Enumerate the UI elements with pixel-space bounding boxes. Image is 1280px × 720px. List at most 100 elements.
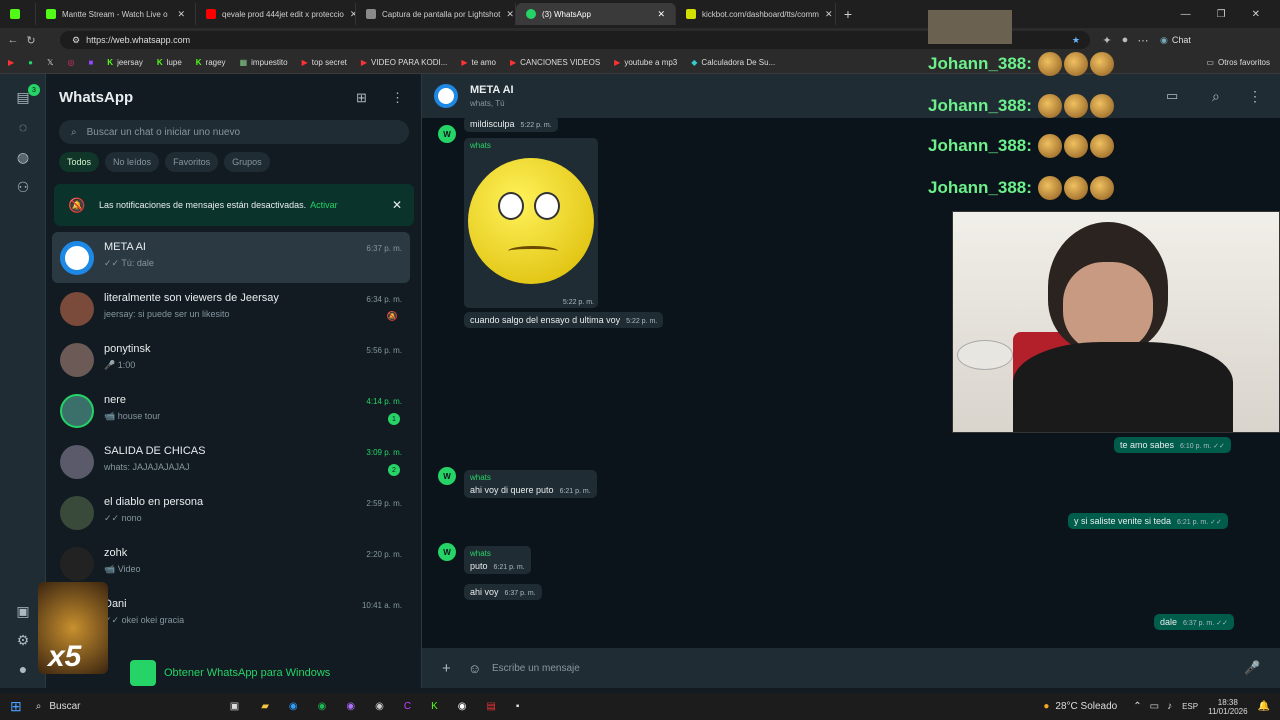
whatsapp-bookmark-icon[interactable]: ●	[28, 58, 33, 67]
browser-tab[interactable]: Mantte Stream - Watch Live o ✕	[36, 3, 196, 25]
filter-groups[interactable]: Grupos	[224, 152, 270, 172]
browser-tab[interactable]: qevale prod 444jet edit x proteccio✕	[196, 3, 356, 25]
instagram-bookmark-icon[interactable]: ◎	[67, 58, 74, 67]
tab-title: kickbot.com/dashboard/tts/comm	[702, 9, 819, 19]
emote-icons	[1037, 176, 1114, 200]
spotify-icon[interactable]: ◉	[318, 701, 327, 712]
restore-icon[interactable]: ❐	[1217, 9, 1226, 20]
steam-icon[interactable]: ◉	[375, 701, 384, 712]
browser-tab[interactable]: Captura de pantalla por Lightshot ✕	[356, 3, 516, 25]
browser-tab[interactable]: kickbot.com/dashboard/tts/comm ✕	[676, 3, 836, 25]
kick-icon: K	[107, 58, 114, 67]
app-c-icon[interactable]: C	[404, 701, 411, 712]
twitch-bookmark-icon[interactable]: ■	[88, 58, 93, 67]
url-text: https://web.whatsapp.com	[86, 35, 191, 45]
kick-taskbar-icon[interactable]: K	[431, 701, 438, 712]
filter-chips: Todos No leídos Favoritos Grupos	[59, 152, 270, 172]
chat-row[interactable]: META AI ✓✓ Tú: dale 6:37 p. m.	[52, 232, 410, 283]
bookmark-item[interactable]: ▶ VIDEO PARA KODI...	[361, 58, 447, 67]
status-nav-icon[interactable]: ◌	[0, 112, 46, 142]
activate-link[interactable]: Activar	[310, 200, 338, 210]
app-red-icon[interactable]: ▤	[486, 701, 495, 712]
copilot-chat-button[interactable]: ◉ Chat	[1160, 35, 1191, 46]
back-icon[interactable]: ←	[4, 34, 22, 46]
minimize-icon[interactable]: —	[1181, 9, 1191, 20]
close-tab-icon[interactable]: ✕	[657, 9, 665, 20]
chat-row[interactable]: el diablo en persona ✓✓ nono 2:59 p. m.	[52, 487, 410, 538]
new-chat-icon[interactable]: ⊞	[356, 90, 367, 106]
menu-icon[interactable]: ⋯	[1134, 34, 1152, 47]
bookmark-item[interactable]: ▶ youtube a mp3	[614, 58, 677, 67]
windows-start-icon[interactable]: ⊞	[10, 698, 22, 715]
taskbar-search[interactable]: ⌕ Buscar	[36, 701, 216, 712]
sticker-icon[interactable]: ☺	[468, 661, 481, 676]
youtube-icon: ▶	[301, 58, 308, 67]
chat-row[interactable]: SALIDA DE CHICAS whats: JAJAJAJAJAJ 3:09 p…	[52, 436, 410, 487]
get-windows-app-link[interactable]: Obtener WhatsApp para Windows	[130, 660, 330, 686]
communities-nav-icon[interactable]: ⚇	[0, 172, 46, 202]
discord-icon[interactable]: ◉	[346, 701, 355, 712]
close-tab-icon[interactable]: ✕	[177, 9, 185, 20]
file-explorer-icon[interactable]: ▰	[261, 701, 269, 712]
profile-icon[interactable]: ●	[1116, 34, 1134, 46]
youtube-bookmark-icon[interactable]: ▶	[8, 58, 14, 67]
extensions-icon[interactable]: ✦	[1098, 34, 1116, 47]
star-icon[interactable]: ★	[1072, 35, 1080, 46]
filter-all[interactable]: Todos	[59, 152, 100, 172]
kick-pinned-tab[interactable]	[0, 3, 36, 25]
bookmark-item[interactable]: Kjeersay	[107, 58, 143, 67]
close-tab-icon[interactable]: ✕	[825, 9, 833, 20]
filter-favorites[interactable]: Favoritos	[165, 152, 219, 172]
edge-icon[interactable]: ◉	[289, 701, 298, 712]
bookmark-item[interactable]: Klupe	[157, 58, 182, 67]
kickbot-icon	[686, 9, 696, 19]
obs-icon[interactable]: ◉	[458, 701, 467, 712]
bookmark-item[interactable]: Kragey	[196, 58, 226, 67]
filter-unread[interactable]: No leídos	[105, 152, 160, 172]
weather-widget[interactable]: ● 28°C Soleado	[1043, 701, 1117, 712]
microphone-icon[interactable]: 🎤	[1244, 660, 1260, 676]
volume-icon[interactable]: ♪	[1167, 701, 1172, 712]
task-view-icon[interactable]: ▣	[230, 701, 239, 712]
search-icon[interactable]: ⌕	[1212, 88, 1220, 105]
bookmark-item[interactable]: ▦ impuestito	[240, 58, 288, 67]
language-indicator[interactable]: ESP	[1182, 702, 1198, 711]
bookmark-item[interactable]: ◆ Calculadora De Su...	[691, 58, 775, 67]
conversation-header[interactable]: META AI whats, Tú ▭ ⌕ ⋮	[422, 74, 1280, 118]
tray-chevron-icon[interactable]: ⌃	[1133, 701, 1141, 712]
menu-icon[interactable]: ⋮	[1248, 88, 1262, 105]
search-input[interactable]: ⌕ Buscar un chat o iniciar uno nuevo	[59, 120, 409, 144]
site-info-icon[interactable]: ⚙	[72, 35, 80, 46]
notification-bell-icon[interactable]: 🔔	[1258, 701, 1270, 712]
attach-plus-icon[interactable]: +	[442, 660, 451, 677]
new-tab-button[interactable]: +	[836, 6, 860, 22]
bookmark-item[interactable]: ▶ top secret	[302, 58, 347, 67]
browser-tab-active[interactable]: (3) WhatsApp ✕	[516, 3, 676, 25]
bookmark-item[interactable]: ▶ te amo	[461, 58, 496, 67]
terminal-icon[interactable]: ▪	[516, 701, 520, 712]
sticker-message[interactable]: whats 5:22 p. m.	[464, 138, 598, 308]
bookmark-item[interactable]: ▶ CANCIONES VIDEOS	[510, 58, 600, 67]
chat-row[interactable]: zohk 📹 Video 2:20 p. m.	[52, 538, 410, 589]
menu-icon[interactable]: ⋮	[391, 90, 404, 106]
other-bookmarks[interactable]: ▭ Otros favoritos	[1206, 58, 1280, 67]
channels-nav-icon[interactable]: ◍	[0, 142, 46, 172]
close-window-icon[interactable]: ✕	[1252, 9, 1260, 20]
message-input[interactable]: Escribe un mensaje	[492, 663, 580, 674]
network-icon[interactable]: ▭	[1150, 701, 1159, 712]
video-call-icon[interactable]: ▭	[1166, 88, 1178, 104]
chat-row[interactable]: literalmente son viewers de Jeersay jeers…	[52, 283, 410, 334]
clock[interactable]: 18:38 11/01/2026	[1208, 698, 1247, 716]
tab-title: (3) WhatsApp	[542, 9, 591, 19]
kick-icon: K	[195, 58, 202, 67]
composer-bar: + ☺ Escribe un mensaje 🎤	[422, 648, 1280, 688]
chat-row[interactable]: nere 📹 house tour 4:14 p. m. 1	[52, 385, 410, 436]
close-tab-icon[interactable]: ✕	[506, 9, 514, 20]
close-banner-icon[interactable]: ✕	[392, 198, 402, 212]
chats-nav-icon[interactable]: ▤ 3	[0, 82, 46, 112]
x-bookmark-icon[interactable]: 𝕏	[47, 58, 53, 67]
youtube-icon: ▶	[461, 58, 468, 67]
reload-icon[interactable]: ↻	[22, 34, 40, 47]
chat-row[interactable]: ponytinsk 🎤 1:00 5:56 p. m.	[52, 334, 410, 385]
whatsapp-icon	[526, 9, 536, 19]
